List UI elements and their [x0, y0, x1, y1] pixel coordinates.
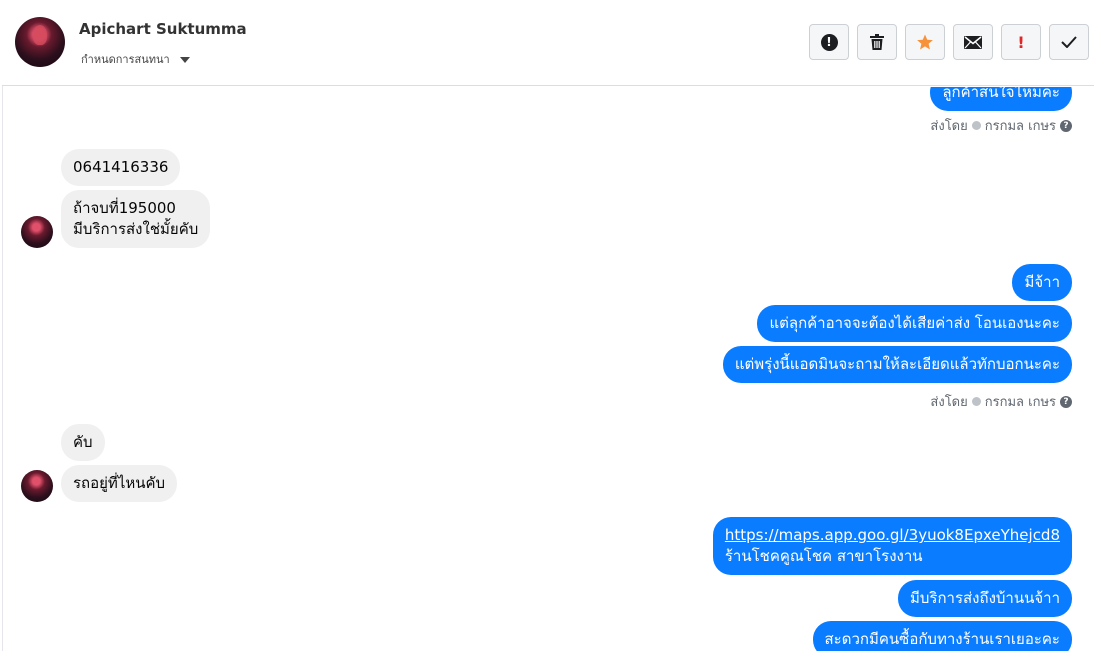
envelope-icon	[964, 35, 982, 49]
contact-name[interactable]: Apichart Suktumma	[79, 20, 247, 38]
message-outgoing[interactable]: แต่ลุกค้าอาจจะต้องได้เสียค่าส่ง โอนเองนะ…	[757, 305, 1072, 342]
action-toolbar: ! !	[809, 24, 1089, 60]
assign-conversation-dropdown[interactable]: กำหนดการสนทนา	[81, 50, 190, 68]
mark-done-button[interactable]	[1049, 24, 1089, 60]
message-incoming[interactable]: รถอยู่ที่ไหนคับ	[61, 465, 178, 502]
avatar[interactable]	[15, 17, 65, 67]
avatar[interactable]	[21, 216, 53, 248]
sent-by-label: ส่งโดย กรกมล เกษร ?	[930, 391, 1072, 412]
message-outgoing[interactable]: แต่พรุ่งนี้แอดมินจะถามให้ละเอียดแล้วทักบ…	[722, 346, 1072, 383]
message-line: มีบริการส่งใช่มั้ยคับ	[73, 220, 199, 238]
help-icon[interactable]: ?	[1060, 395, 1072, 408]
sent-by-text: ส่งโดย	[930, 119, 968, 134]
message-outgoing[interactable]: ลูกค้าสนใจไหมคะ	[930, 87, 1072, 111]
email-button[interactable]	[953, 24, 993, 60]
sender-name: กรกมล เกษร	[984, 119, 1056, 134]
trash-icon	[870, 34, 884, 50]
delete-button[interactable]	[857, 24, 897, 60]
message-outgoing[interactable]: สะดวกมีคนซื้อกับทางร้านเราเยอะคะ	[812, 621, 1072, 651]
message-incoming[interactable]: คับ	[61, 424, 105, 461]
sent-by-text: ส่งโดย	[930, 395, 968, 410]
status-dot-icon	[971, 397, 981, 406]
message-line: ร้านโชคคูณโชค สาขาโรงงาน	[724, 547, 923, 565]
message-incoming[interactable]: ถ้าจบที่195000 มีบริการส่งใช่มั้ยคับ	[61, 190, 211, 248]
message-outgoing[interactable]: https://maps.app.goo.gl/3yuok8EpxeYhejcd…	[712, 517, 1072, 575]
caret-down-icon	[179, 56, 190, 63]
flag-button[interactable]: !	[1001, 24, 1041, 60]
assign-label: กำหนดการสนทนา	[81, 53, 170, 66]
message-thread[interactable]: ลูกค้าสนใจไหมคะ ส่งโดย กรกมล เกษร ? 0641…	[2, 87, 1094, 651]
alert-icon: !	[820, 33, 838, 51]
message-outgoing[interactable]: มีจ้าา	[1012, 264, 1072, 301]
star-icon	[917, 34, 933, 50]
conversation-header: Apichart Suktumma กำหนดการสนทนา ! !	[2, 0, 1094, 86]
message-line: ถ้าจบที่195000	[73, 199, 176, 217]
avatar[interactable]	[21, 470, 53, 502]
sent-by-label: ส่งโดย กรกมล เกษร ?	[930, 115, 1072, 136]
checkmark-icon	[1061, 36, 1077, 48]
message-outgoing[interactable]: มีบริการส่งถึงบ้านนจ้าา	[898, 580, 1072, 617]
help-icon[interactable]: ?	[1060, 119, 1072, 132]
star-button[interactable]	[905, 24, 945, 60]
message-incoming[interactable]: 0641416336	[61, 149, 181, 186]
status-dot-icon	[971, 121, 981, 130]
exclamation-icon: !	[1017, 32, 1025, 52]
spam-button[interactable]: !	[809, 24, 849, 60]
map-link[interactable]: https://maps.app.goo.gl/3yuok8EpxeYhejcd…	[725, 525, 1060, 546]
sender-name: กรกมล เกษร	[984, 395, 1056, 410]
